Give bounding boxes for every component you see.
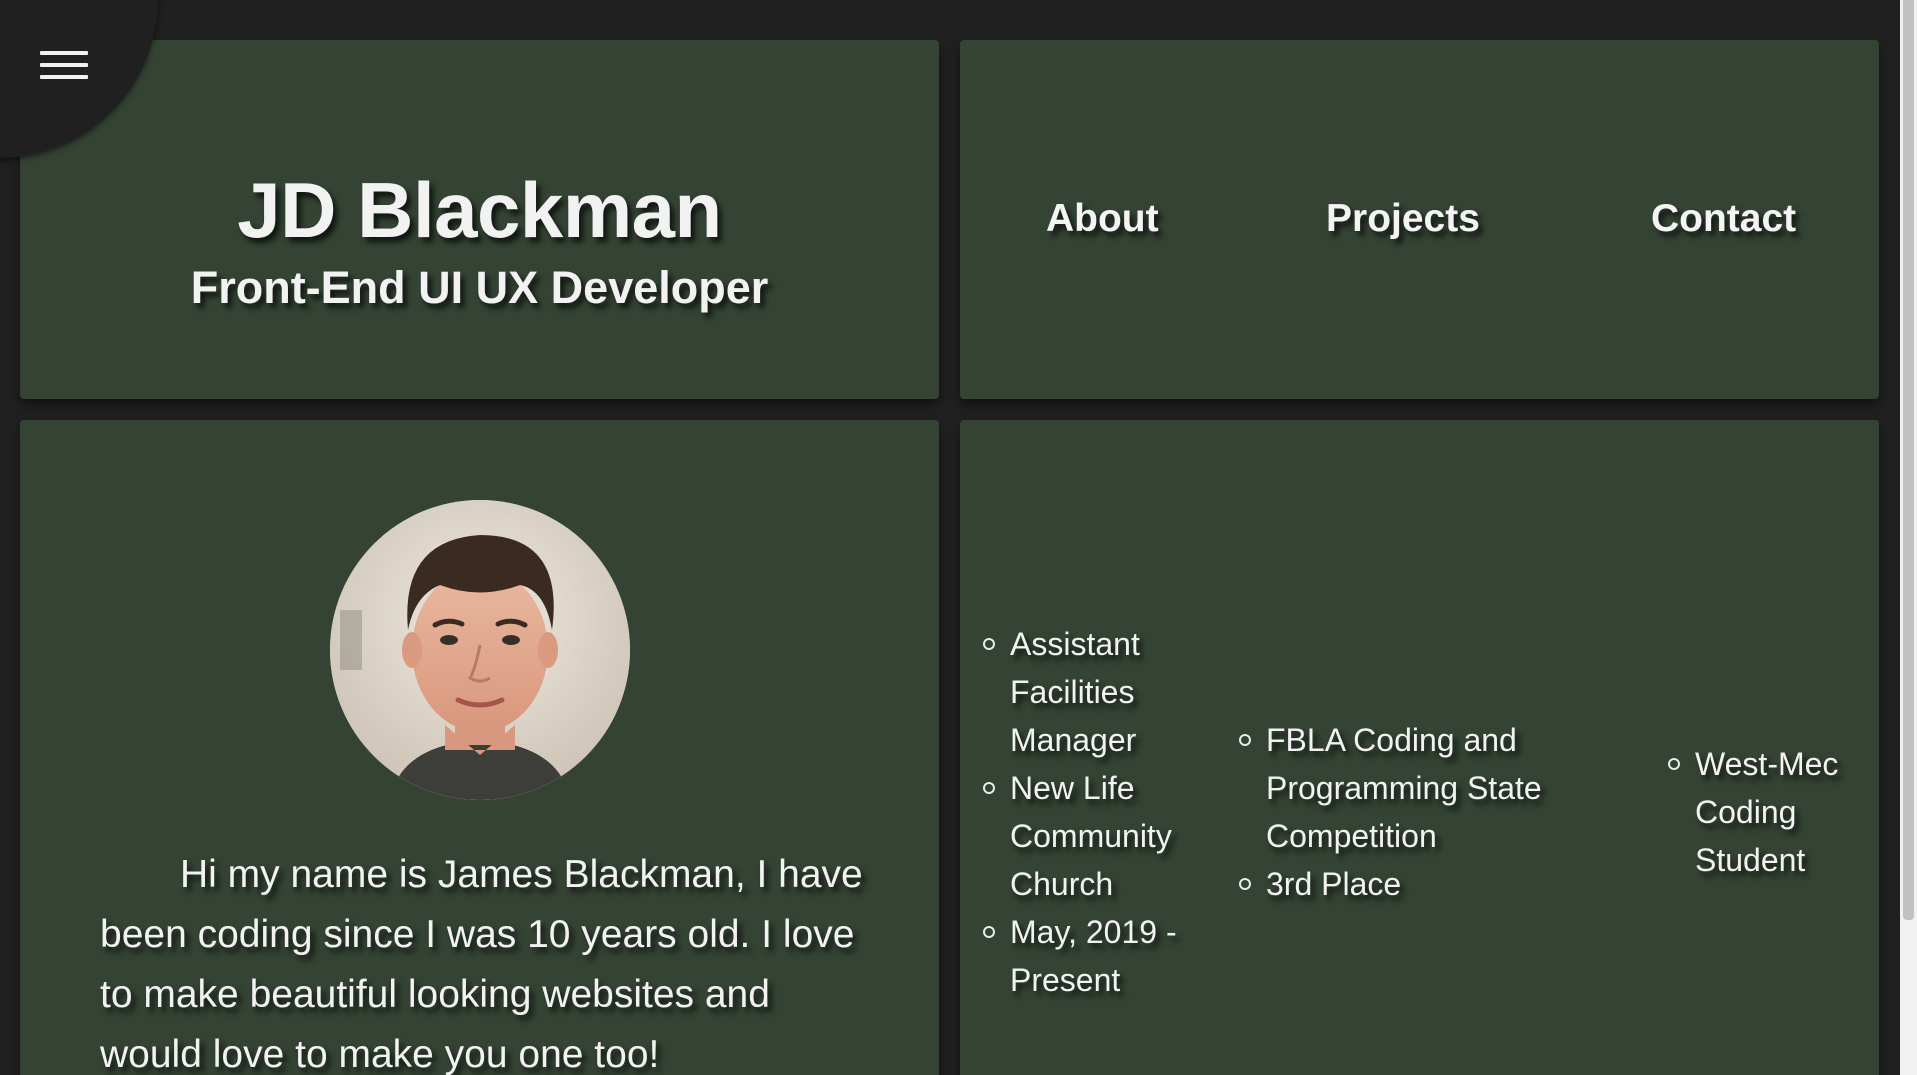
nav-card: About Projects Contact bbox=[960, 40, 1879, 399]
nav-link-projects[interactable]: Projects bbox=[1326, 197, 1480, 241]
site-subtitle: Front-End UI UX Developer bbox=[190, 262, 769, 313]
award-list: FBLA Coding and Programming State Compet… bbox=[1216, 716, 1606, 908]
header-card: JD Blackman Front-End UI UX Developer bbox=[20, 40, 939, 399]
list-item: May, 2019 - Present bbox=[983, 908, 1245, 1004]
resume-card: Assistant Facilities Manager New Life Co… bbox=[960, 420, 1879, 1075]
list-item: New Life Community Church bbox=[983, 764, 1245, 908]
bio-text: Hi my name is James Blackman, I have bee… bbox=[100, 853, 863, 1075]
school-list: West-Mec Coding Student bbox=[1645, 740, 1895, 884]
list-item: Assistant Facilities Manager bbox=[983, 620, 1245, 764]
menu-line bbox=[40, 63, 88, 67]
list-item: West-Mec Coding Student bbox=[1668, 740, 1895, 884]
vertical-scrollbar[interactable] bbox=[1900, 0, 1917, 1075]
nav-link-about[interactable]: About bbox=[1046, 197, 1159, 241]
list-item: 3rd Place bbox=[1239, 860, 1606, 908]
job-list: Assistant Facilities Manager New Life Co… bbox=[960, 620, 1245, 1004]
avatar-portrait bbox=[330, 500, 630, 800]
list-item: FBLA Coding and Programming State Compet… bbox=[1239, 716, 1606, 860]
nav-link-contact[interactable]: Contact bbox=[1651, 197, 1796, 241]
page: JD Blackman Front-End UI UX Developer Ab… bbox=[0, 0, 1917, 1075]
scrollbar-thumb[interactable] bbox=[1903, 0, 1914, 920]
menu-line bbox=[40, 75, 88, 79]
hamburger-menu-icon[interactable] bbox=[40, 48, 90, 84]
menu-line bbox=[40, 51, 88, 55]
about-card: Hi my name is James Blackman, I have bee… bbox=[20, 420, 939, 1075]
site-title: JD Blackman bbox=[237, 166, 722, 254]
avatar bbox=[330, 500, 630, 800]
